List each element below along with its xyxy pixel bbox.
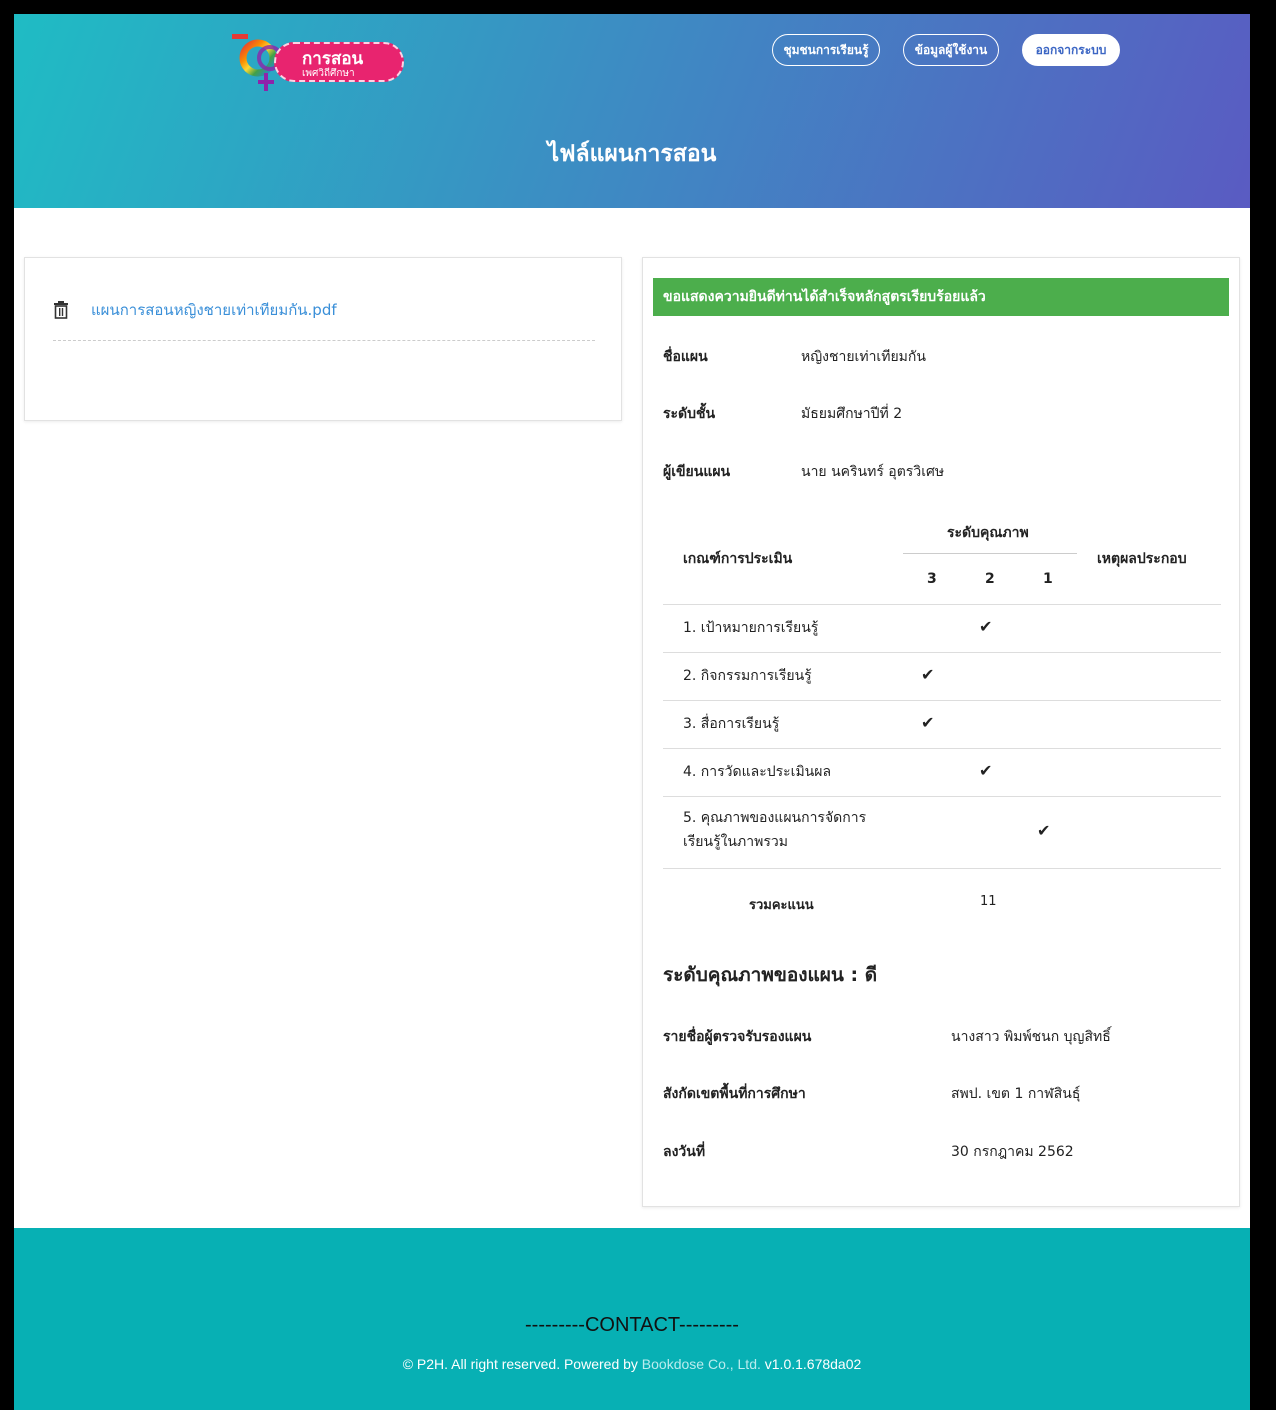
evaluation-card: ขอแสดงความยินดีท่านได้สำเร็จหลักสูตรเรีย…	[642, 257, 1240, 1207]
page-frame: การสอน เพศวิถีศึกษา ชุมชนการเรียนรู้ ข้อ…	[14, 14, 1250, 1410]
header-divider	[903, 553, 1077, 554]
author-label: ผู้เขียนแผน	[663, 464, 731, 480]
total-label: รวมคะแนน	[749, 898, 814, 913]
criteria-label: 1. เป้าหมายการเรียนรู้	[683, 620, 819, 636]
author-value: นาย นครินทร์ อุตรวิเศษ	[801, 464, 945, 480]
level-3-header: 3	[927, 571, 937, 587]
logo-subtitle: เพศวิถีศึกษา	[302, 68, 355, 79]
file-card: แผนการสอนหญิงชายเท่าเทียมกัน.pdf	[24, 257, 622, 421]
plan-name-label: ชื่อแผน	[663, 349, 708, 365]
nav-profile-button[interactable]: ข้อมูลผู้ใช้งาน	[903, 34, 999, 66]
version-text: v1.0.1.678da02	[760, 1356, 862, 1372]
certifier-label: รายชื่อผู้ตรวจรับรองแผน	[663, 1029, 812, 1045]
quality-header: ระดับคุณภาพ	[947, 525, 1029, 541]
quality-summary: ระดับคุณภาพของแผน : ดี	[663, 964, 878, 986]
row-divider	[663, 604, 1221, 605]
row-divider	[663, 700, 1221, 701]
row-divider	[663, 652, 1221, 653]
grade-label: ระดับชั้น	[663, 406, 716, 422]
row-divider	[663, 748, 1221, 749]
criteria-label: 4. การวัดและประเมินผล	[683, 764, 832, 780]
nav-community-button[interactable]: ชุมชนการเรียนรู้	[772, 34, 880, 66]
criteria-label: 2. กิจกรรมการเรียนรู้	[683, 668, 812, 684]
page-title: ไฟล์แผนการสอน	[547, 141, 717, 167]
trash-icon[interactable]	[53, 301, 69, 319]
check-icon: ✔	[921, 713, 935, 732]
grade-value: มัธยมศึกษาปีที่ 2	[801, 406, 903, 422]
contact-title: ---------CONTACT---------	[525, 1314, 739, 1336]
level-2-header: 2	[985, 571, 995, 587]
level-1-header: 1	[1043, 571, 1053, 587]
page-header: การสอน เพศวิถีศึกษา ชุมชนการเรียนรู้ ข้อ…	[14, 14, 1250, 208]
reason-header: เหตุผลประกอบ	[1097, 551, 1187, 567]
file-link[interactable]: แผนการสอนหญิงชายเท่าเทียมกัน.pdf	[91, 298, 337, 322]
page-footer: ---------CONTACT--------- © P2H. All rig…	[14, 1228, 1250, 1410]
total-value: 11	[980, 894, 997, 909]
check-icon: ✔	[921, 665, 935, 684]
certifier-value: นางสาว พิมพ์ชนก บุญสิทธิ์	[951, 1029, 1111, 1045]
success-banner: ขอแสดงความยินดีท่านได้สำเร็จหลักสูตรเรีย…	[653, 278, 1229, 316]
logout-button[interactable]: ออกจากระบบ	[1022, 34, 1120, 66]
logo-badge: การสอน เพศวิถีศึกษา	[274, 42, 404, 82]
area-label: สังกัดเขตพื้นที่การศึกษา	[663, 1086, 806, 1102]
date-label: ลงวันที่	[663, 1144, 706, 1160]
date-value: 30 กรกฎาคม 2562	[951, 1144, 1074, 1160]
copyright: © P2H. All right reserved. Powered by Bo…	[14, 1356, 1250, 1372]
check-icon: ✔	[979, 617, 993, 636]
criteria-header: เกณฑ์การประเมิน	[683, 551, 793, 567]
check-icon: ✔	[1037, 821, 1051, 840]
plan-name-value: หญิงชายเท่าเทียมกัน	[801, 349, 926, 365]
check-icon: ✔	[979, 761, 993, 780]
area-value: สพป. เขต 1 กาฬสินธุ์	[951, 1086, 1081, 1102]
row-divider	[663, 868, 1221, 869]
criteria-label: 5. คุณภาพของแผนการจัดการเรียนรู้ในภาพรวม	[683, 810, 867, 850]
copyright-prefix: © P2H. All right reserved. Powered by	[402, 1356, 642, 1372]
divider	[53, 340, 595, 341]
row-divider	[663, 796, 1221, 797]
company-link[interactable]: Bookdose Co., Ltd.	[642, 1356, 761, 1372]
site-logo[interactable]: การสอน เพศวิถีศึกษา	[230, 32, 410, 94]
criteria-label: 3. สื่อการเรียนรู้	[683, 716, 780, 732]
